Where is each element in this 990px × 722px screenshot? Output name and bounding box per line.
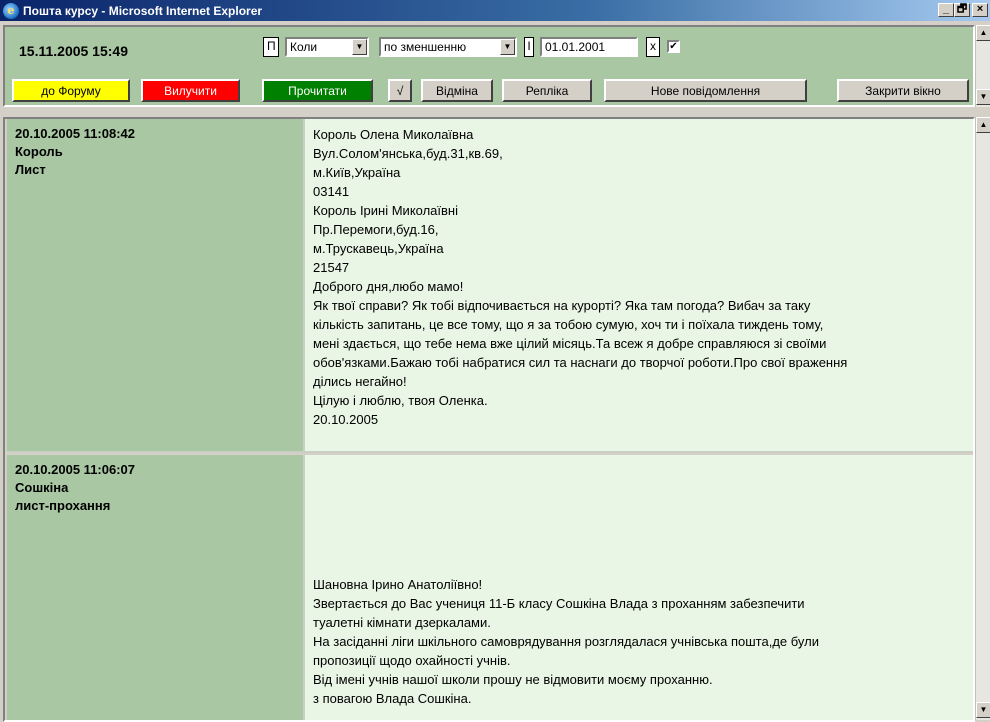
message-line: 20.10.2005 xyxy=(313,412,379,427)
window-titlebar[interactable]: e Пошта курсу - Microsoft Internet Explo… xyxy=(0,0,990,21)
message-line: Цілую і люблю, твоя Оленка. xyxy=(313,393,488,408)
maximize-button[interactable]: 🗗 xyxy=(954,3,970,17)
toolbar-scrollbar[interactable]: ▲ ▼ xyxy=(975,25,990,107)
scroll-up-icon[interactable]: ▲ xyxy=(976,25,990,41)
window-title: Пошта курсу - Microsoft Internet Explore… xyxy=(23,3,263,18)
filter-checkbox[interactable]: ✔ xyxy=(667,40,680,53)
new-message-button[interactable]: Нове повідомлення xyxy=(604,79,807,102)
toolbar-frame: 15.11.2005 15:49 П Коли ▼ по зменшенню ▼… xyxy=(0,21,990,109)
clear-date-button[interactable]: х xyxy=(646,37,660,57)
message-line: Як твої справи? Як тобі відпочивається н… xyxy=(313,298,811,313)
message-date: 20.10.2005 11:06:07 xyxy=(15,462,135,477)
sort-order-select[interactable]: по зменшенню ▼ xyxy=(379,37,517,57)
message-line: ділись негайно! xyxy=(313,374,407,389)
scroll-up-icon[interactable]: ▲ xyxy=(976,117,990,133)
i-button[interactable]: І xyxy=(524,37,534,57)
messages-scrollbar[interactable]: ▲ ▼ xyxy=(975,117,990,720)
p-button[interactable]: П xyxy=(263,37,279,57)
window-controls: _ 🗗 × xyxy=(938,3,988,17)
date-from-input[interactable]: 01.01.2001 xyxy=(540,37,638,57)
scroll-down-icon[interactable]: ▼ xyxy=(976,89,990,105)
message-line: пропозиції щодо охайності учнів. xyxy=(313,653,511,668)
toolbar-panel: 15.11.2005 15:49 П Коли ▼ по зменшенню ▼… xyxy=(3,25,975,107)
message-author: Сошкіна xyxy=(15,480,69,495)
message-line: м.Трускавець,Україна xyxy=(313,241,444,256)
dropdown-arrow-icon[interactable]: ▼ xyxy=(500,39,515,55)
message-line: Король Ірині Миколаївні xyxy=(313,203,458,218)
message-line: з повагою Влада Сошкіна. xyxy=(313,691,472,706)
reply-button[interactable]: Репліка xyxy=(502,79,592,102)
message-meta: 20.10.2005 11:06:07 Сошкіна лист-проханн… xyxy=(7,455,303,720)
message-row[interactable]: 20.10.2005 11:08:42 Король Лист Король О… xyxy=(7,119,973,453)
read-button[interactable]: Прочитати xyxy=(262,79,373,102)
message-line: Від імені учнів нашої школи прошу не від… xyxy=(313,672,713,687)
message-line: Пр.Перемоги,буд.16, xyxy=(313,222,439,237)
message-body: Король Олена Миколаївна Вул.Солом'янська… xyxy=(303,119,973,451)
message-subject: Лист xyxy=(15,162,46,177)
message-line: Звертається до Вас учениця 11-Б класу Со… xyxy=(313,596,805,611)
sort-field-select[interactable]: Коли ▼ xyxy=(285,37,369,57)
delete-button[interactable]: Вилучити xyxy=(141,79,240,102)
message-line: туалетні кімнати дзеркалами. xyxy=(313,615,491,630)
cancel-button[interactable]: Відміна xyxy=(421,79,493,102)
message-line: Вул.Солом'янська,буд.31,кв.69, xyxy=(313,146,503,161)
message-line: м.Київ,Україна xyxy=(313,165,401,180)
message-line: 21547 xyxy=(313,260,350,275)
message-author: Король xyxy=(15,144,63,159)
message-line: Шановна Ірино Анатоліївно! xyxy=(313,577,483,592)
dropdown-arrow-icon[interactable]: ▼ xyxy=(352,39,367,55)
message-meta: 20.10.2005 11:08:42 Король Лист xyxy=(7,119,303,451)
forum-button[interactable]: до Форуму xyxy=(12,79,130,102)
current-datetime: 15.11.2005 15:49 xyxy=(19,43,128,59)
ie-logo-icon: e xyxy=(3,2,19,19)
message-body: Шановна Ірино Анатоліївно! Звертається д… xyxy=(303,455,973,720)
sort-field-value: Коли xyxy=(290,40,318,54)
check-button[interactable]: √ xyxy=(388,79,412,102)
close-window-button[interactable]: Закрити вікно xyxy=(837,79,969,102)
message-line: Король Олена Миколаївна xyxy=(313,127,474,142)
message-line: обов'язками.Бажаю тобі набратися сил та … xyxy=(313,355,848,370)
sort-order-value: по зменшенню xyxy=(384,40,467,54)
message-line: Доброго дня,любо мамо! xyxy=(313,279,464,294)
message-date: 20.10.2005 11:08:42 xyxy=(15,126,135,141)
close-button[interactable]: × xyxy=(972,3,988,17)
message-line: На засіданні ліги шкільного самоврядуван… xyxy=(313,634,819,649)
minimize-button[interactable]: _ xyxy=(938,3,954,17)
message-line: мені здається, що тебе нема вже цілий мі… xyxy=(313,336,827,351)
message-line: 03141 xyxy=(313,184,350,199)
message-row[interactable]: 20.10.2005 11:06:07 Сошкіна лист-проханн… xyxy=(7,455,973,720)
message-subject: лист-прохання xyxy=(15,498,111,513)
messages-frame: 20.10.2005 11:08:42 Король Лист Король О… xyxy=(0,112,990,722)
scroll-down-icon[interactable]: ▼ xyxy=(976,702,990,718)
message-line: кількість запитань, це все тому, що я за… xyxy=(313,317,824,332)
messages-panel: 20.10.2005 11:08:42 Король Лист Король О… xyxy=(3,117,975,722)
